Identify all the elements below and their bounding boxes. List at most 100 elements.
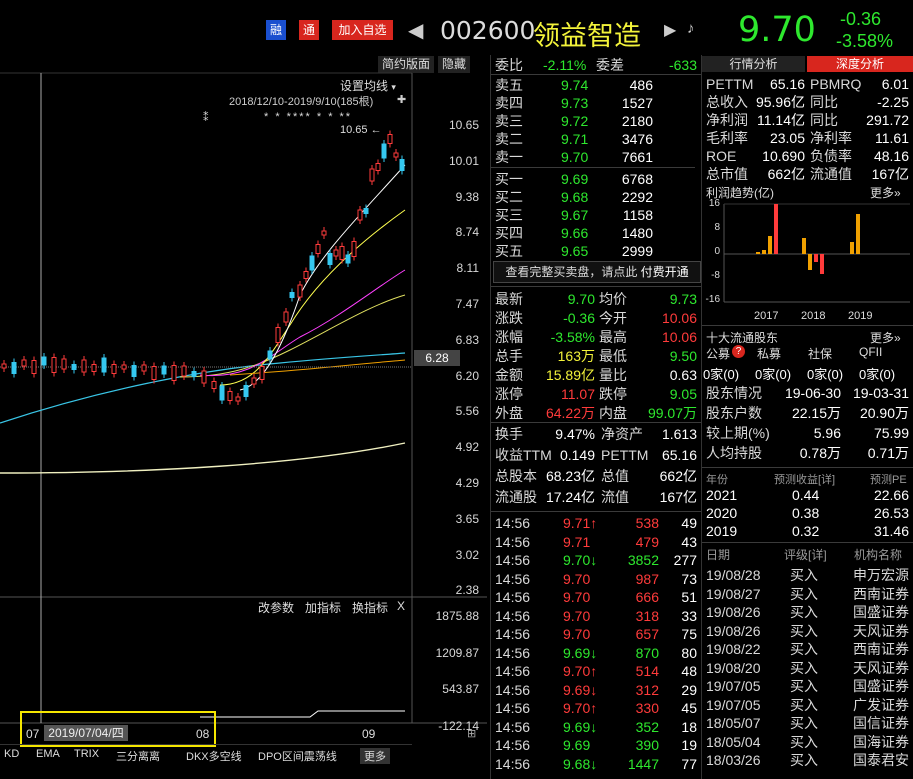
kline-chart-panel: 简约版面 隐藏 设置均线 ▾ 2018/12/10-2019/9/10(185根… [0,55,487,779]
rating-row[interactable]: 18/05/04 买入 国海证券 [702,733,913,751]
kline-svg [0,72,487,724]
tick-count: 49 [681,515,697,531]
rating-row[interactable]: 19/08/26 买入 国盛证券 [702,603,913,621]
candle [327,253,333,265]
tab-market-analysis[interactable]: 行情分析 [702,56,805,72]
holder-value: 0家(0) [755,367,792,382]
rating-row[interactable]: 19/08/20 买入 天风证券 [702,659,913,677]
candle [393,152,399,158]
stat-label: 涨幅 [495,329,523,345]
prev-stock-icon[interactable]: ◀ [408,18,423,43]
forecast-pe: 26.53 [873,505,909,521]
tick-row: 14:56 9.70 987 73 [491,570,701,588]
rating-row[interactable]: 19/07/05 买入 广发证券 [702,696,913,714]
valuation-value: 662亿 [767,166,805,182]
tab-ema[interactable]: EMA [36,748,60,760]
rating-value: 买入 [790,659,818,676]
tick-price: 9.70 [563,589,591,605]
tick-price: 9.68↓ [563,755,598,772]
stat-label: 总手 [495,348,523,364]
book-label: 买一 [495,171,523,187]
candle [369,168,375,182]
tab-three[interactable]: 三分离离 [116,748,160,764]
rating-org: 西南证券 [853,641,909,657]
candlestick-series [1,130,405,405]
current-price-marker: 6.28 [414,350,460,366]
rating-row[interactable]: 19/08/27 买入 西南证券 [702,585,913,603]
tick-count: 33 [681,607,697,624]
rating-org: 天风证券 [853,622,909,639]
tick-price: 9.69↓ [563,718,598,735]
tab-dpo[interactable]: DPO区间震荡线 [258,748,337,764]
book-label: 卖五 [495,77,523,93]
book-label: 买三 [495,207,523,223]
tab-dkx[interactable]: DKX多空线 [186,748,242,764]
analysis-panel: 行情分析 深度分析 PETTM 65.16 PBMRQ 6.01 总收入 95.96亿 同比… [702,55,913,779]
holder-col: 私募 [757,347,782,361]
event-markers-2[interactable]: * * **** * * ** [264,111,352,123]
book-price: 9.72 [561,113,589,129]
fund-value: 1.613 [661,426,697,442]
rating-org: 国信证券 [853,715,909,731]
holders-more-link[interactable]: 更多» [870,329,901,346]
valuation-label: 毛利率 [706,130,748,146]
add-watchlist-button[interactable]: 加入自选 [332,20,393,40]
rating-org: 申万宏源 [853,567,909,583]
tick-count: 80 [681,644,697,661]
book-price: 9.74 [561,77,589,93]
rating-row[interactable]: 19/07/05 买入 国盛证券 [702,677,913,695]
tick-price: 9.70 [563,626,591,642]
valuation-row: 总收入 95.96亿 同比 -2.25 [702,93,913,111]
add-indicator-button[interactable]: 加指标 [305,599,341,616]
event-markers[interactable]: ⁑ [203,111,212,124]
rating-date: 19/08/20 [706,659,761,676]
rating-date: 19/08/26 [706,622,761,639]
rating-row[interactable]: 19/08/28 买入 申万宏源 [702,566,913,584]
holder-value: 0家(0) [859,367,896,382]
tick-price: 9.70 [563,607,591,624]
edit-params-button[interactable]: 改参数 [258,599,294,616]
help-icon[interactable]: ? [732,345,745,358]
rating-value: 买入 [790,622,818,639]
tick-time: 14:56 [495,626,531,642]
tab-deep-analysis[interactable]: 深度分析 [807,56,913,72]
paid-open-button[interactable]: 付费开通 [641,265,689,279]
rating-row[interactable]: 18/05/07 买入 国信证券 [702,714,913,732]
valuation-value: 95.96亿 [755,94,805,110]
connect-tag[interactable]: 通 [299,20,319,40]
candle [283,311,289,323]
candle [171,365,177,381]
book-volume: 1527 [621,95,653,111]
stat-value: 9.50 [669,348,697,364]
close-indicator-icon[interactable]: X [397,599,405,613]
margin-tag[interactable]: 融 [266,20,286,40]
holder-b: 75.99 [873,425,909,441]
rating-date: 18/05/04 [706,733,761,750]
candle [181,365,187,377]
book-price: 9.68 [561,189,589,205]
next-stock-icon[interactable]: ▶ [664,20,676,40]
holder-a: 5.96 [813,425,841,441]
tab-more[interactable]: 更多 [360,748,390,764]
change-indicator-button[interactable]: 换指标 [352,599,388,616]
stat-label: 量比 [599,367,627,383]
rating-row[interactable]: 19/08/26 买入 天风证券 [702,622,913,640]
full-book-link[interactable]: 查看完整买卖盘，请点此 付费开通 [493,261,701,283]
price-tick: 6.83 [455,332,479,347]
profit-year: 2018 [801,310,826,322]
candle [275,327,281,343]
fund-label: 收益TTM [495,447,552,463]
book-price: 9.73 [561,95,589,111]
bell-icon[interactable]: ♪ [687,20,695,37]
scroll-right-icon[interactable]: ⊞ [467,727,476,740]
valuation-row: ROE 10.690 负债率 48.16 [702,147,913,165]
stat-row: 总手 163万 最低 9.50 [491,347,701,365]
tab-kd[interactable]: KD [4,748,19,760]
holder-col: 社保 [808,347,833,361]
profit-bar [856,214,860,254]
valuation-label: 总收入 [706,94,748,110]
rating-value: 买入 [790,696,818,713]
rating-row[interactable]: 18/03/26 买入 国泰君安 [702,751,913,769]
rating-row[interactable]: 19/08/22 买入 西南证券 [702,640,913,658]
tab-trix[interactable]: TRIX [74,748,99,760]
